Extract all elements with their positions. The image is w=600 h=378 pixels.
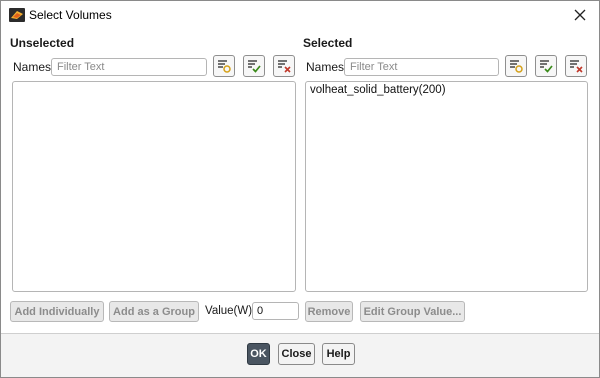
add-individually-button[interactable]: Add Individually [10, 301, 104, 322]
unselected-select-all-icon[interactable] [243, 55, 265, 77]
close-button[interactable]: Close [278, 343, 315, 365]
select-volumes-dialog: Select Volumes Unselected Names Selected… [0, 0, 600, 378]
add-as-group-button[interactable]: Add as a Group [109, 301, 199, 322]
ok-button[interactable]: OK [247, 343, 270, 365]
window-title: Select Volumes [29, 8, 112, 22]
remove-button[interactable]: Remove [305, 301, 353, 322]
unselected-names-label: Names [13, 60, 52, 74]
selected-deselect-all-icon[interactable] [565, 55, 587, 77]
unselected-title: Unselected [10, 36, 75, 50]
selected-filter-icon[interactable] [505, 55, 527, 77]
value-label: Value(W) [205, 305, 253, 317]
selected-list[interactable]: volheat_solid_battery(200) [305, 81, 588, 292]
selected-title: Selected [303, 36, 353, 50]
list-item[interactable]: volheat_solid_battery(200) [306, 82, 587, 98]
help-button[interactable]: Help [322, 343, 355, 365]
edit-group-value-button[interactable]: Edit Group Value... [360, 301, 465, 322]
value-input[interactable] [252, 302, 299, 320]
close-icon[interactable] [569, 4, 591, 26]
selected-names-label: Names [306, 60, 345, 74]
selected-select-all-icon[interactable] [535, 55, 557, 77]
unselected-deselect-all-icon[interactable] [273, 55, 295, 77]
unselected-filter-icon[interactable] [213, 55, 235, 77]
selected-filter-input[interactable] [344, 58, 499, 76]
title-bar: Select Volumes [1, 1, 599, 29]
unselected-filter-input[interactable] [51, 58, 207, 76]
app-icon [9, 8, 25, 22]
unselected-list[interactable] [12, 81, 296, 292]
